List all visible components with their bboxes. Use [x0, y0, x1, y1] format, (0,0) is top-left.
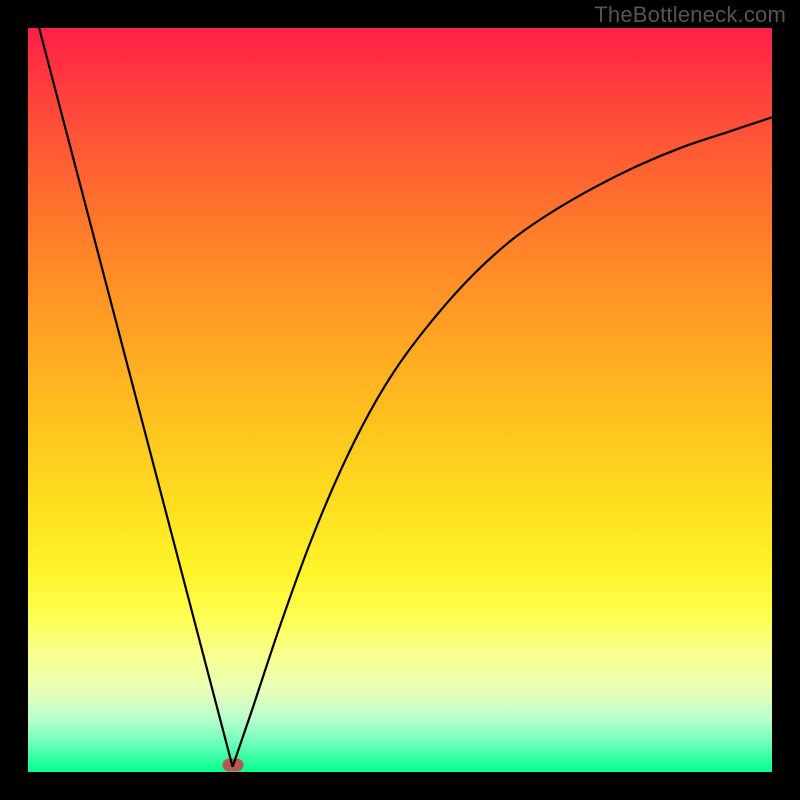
- chart-line-svg: [28, 28, 772, 772]
- plot-frame: [28, 28, 772, 772]
- watermark-text: TheBottleneck.com: [594, 2, 786, 28]
- chart-line-right: [233, 117, 772, 767]
- plot-area: [28, 28, 772, 772]
- chart-line-left: [39, 28, 232, 767]
